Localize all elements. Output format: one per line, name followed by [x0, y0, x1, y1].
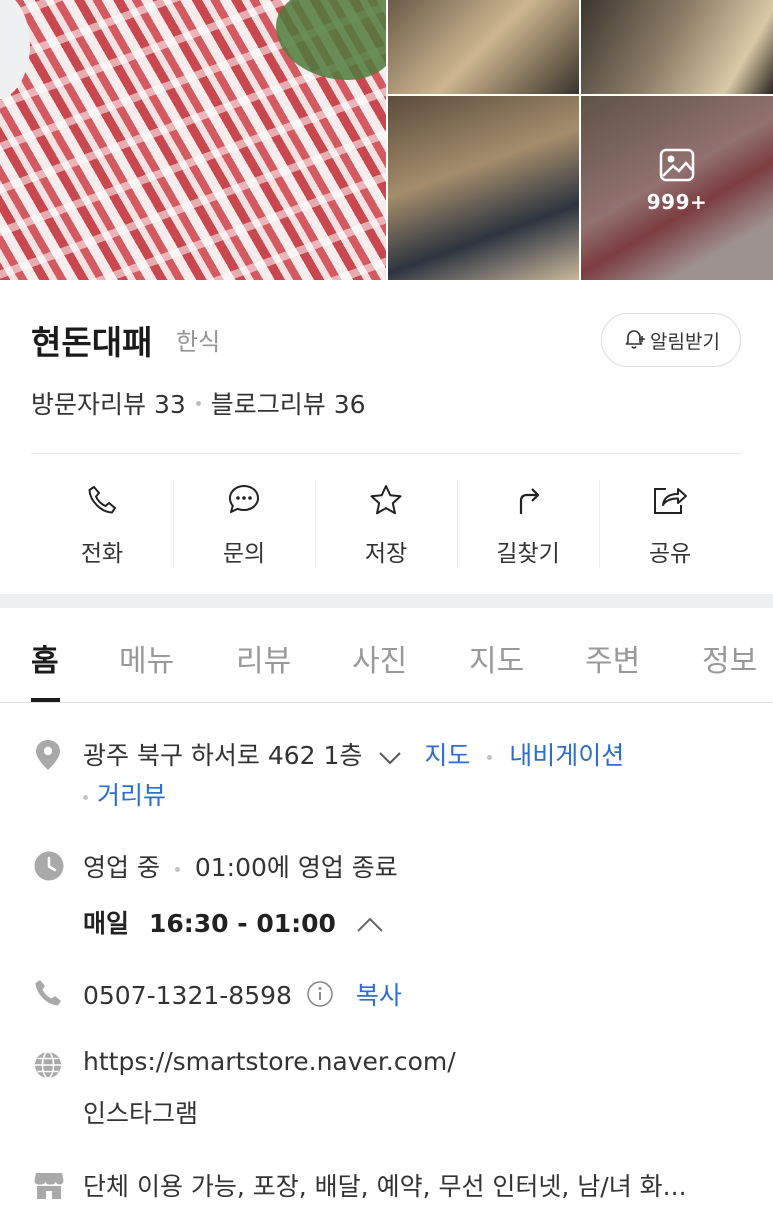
place-name: 현돈대패 — [31, 323, 153, 362]
section-separator — [0, 594, 773, 608]
more-photos-count: 999+ — [646, 190, 708, 214]
store-icon — [33, 1170, 65, 1204]
phone-icon — [85, 478, 119, 522]
inquiry-button[interactable]: 문의 — [173, 478, 315, 570]
directions-icon — [511, 478, 545, 522]
chevron-down-icon[interactable] — [378, 743, 402, 772]
call-label: 전화 — [80, 541, 124, 567]
review-summary: 방문자리뷰 33 블로그리뷰 36 — [31, 385, 366, 421]
alarm-subscribe-button[interactable]: 알림받기 — [601, 313, 741, 367]
tab-info[interactable]: 정보 — [702, 636, 757, 680]
tab-menu[interactable]: 메뉴 — [119, 636, 174, 680]
blog-review-count[interactable]: 블로그리뷰 36 — [211, 385, 366, 421]
more-photos-badge: 999+ — [581, 148, 773, 214]
separator-dot — [487, 754, 493, 760]
bell-plus-icon — [622, 326, 646, 355]
action-bar: 전화 문의 저장 길찾기 공유 — [31, 478, 741, 570]
address-text: 광주 북구 하서로 462 1층 — [83, 741, 363, 770]
facilities-text[interactable]: 단체 이용 가능, 포장, 배달, 예약, 무선 인터넷, 남/녀 화... — [83, 1167, 687, 1203]
hours-day: 매일 — [83, 909, 130, 938]
copy-button[interactable]: 복사 — [356, 981, 402, 1010]
clock-icon — [33, 850, 65, 886]
navigation-link[interactable]: 내비게이션 — [509, 741, 624, 770]
gallery-more-photos[interactable]: 999+ — [581, 96, 773, 280]
photo-gallery: 999+ — [0, 0, 773, 280]
chat-icon — [226, 478, 262, 522]
gallery-photo-top-left[interactable] — [388, 0, 579, 94]
address-line: 광주 북구 하서로 462 1층 지도 내비게이션 — [83, 736, 624, 772]
tab-map[interactable]: 지도 — [469, 636, 524, 680]
streetview-link[interactable]: 거리뷰 — [97, 781, 166, 810]
tab-bar: 홈 메뉴 리뷰 사진 지도 주변 정보 — [0, 608, 773, 703]
chevron-up-icon[interactable] — [356, 911, 384, 940]
alarm-subscribe-label: 알림받기 — [650, 330, 720, 353]
call-button[interactable]: 전화 — [31, 478, 173, 570]
map-link[interactable]: 지도 — [424, 741, 470, 770]
closing-note: 01:00에 영업 종료 — [194, 853, 398, 882]
tab-photo[interactable]: 사진 — [352, 636, 407, 680]
inquiry-label: 문의 — [222, 541, 266, 567]
save-button[interactable]: 저장 — [315, 478, 457, 570]
share-icon — [651, 478, 689, 522]
phone-number[interactable]: 0507-1321-8598 — [83, 981, 292, 1010]
image-icon — [581, 148, 773, 186]
directions-label: 길찾기 — [496, 541, 560, 567]
visitor-review-count[interactable]: 방문자리뷰 33 — [31, 385, 186, 421]
info-icon[interactable] — [306, 980, 334, 1014]
location-pin-icon — [33, 738, 63, 776]
separator-dot — [174, 866, 180, 872]
star-icon — [368, 478, 404, 522]
directions-button[interactable]: 길찾기 — [457, 478, 599, 570]
open-status: 영업 중 — [83, 853, 160, 882]
place-category: 한식 — [176, 328, 221, 356]
phone-fill-icon — [33, 978, 63, 1012]
gallery-photo-bottom-left[interactable] — [388, 96, 579, 280]
tab-nearby[interactable]: 주변 — [585, 636, 640, 680]
business-status: 영업 중 01:00에 영업 종료 — [83, 848, 398, 884]
gallery-photo-main[interactable] — [0, 0, 386, 280]
share-label: 공유 — [648, 541, 692, 567]
tab-review[interactable]: 리뷰 — [236, 636, 291, 680]
address-line-2: 거리뷰 — [83, 776, 166, 812]
active-tab-indicator — [31, 698, 60, 702]
share-button[interactable]: 공유 — [599, 478, 741, 570]
separator-dot — [195, 400, 201, 406]
separator-dot — [83, 794, 88, 800]
instagram-link[interactable]: 인스타그램 — [83, 1094, 198, 1130]
phone-line: 0507-1321-8598 복사 — [83, 976, 402, 1014]
website-link[interactable]: https://smartstore.naver.com/ — [83, 1047, 456, 1076]
save-label: 저장 — [364, 541, 408, 567]
hours-detail[interactable]: 매일 16:30 - 01:00 — [83, 904, 384, 940]
globe-icon — [33, 1050, 63, 1084]
hours-time: 16:30 - 01:00 — [148, 909, 336, 938]
gallery-photo-top-right[interactable] — [581, 0, 773, 94]
tab-home[interactable]: 홈 — [31, 636, 59, 680]
divider — [31, 453, 741, 454]
